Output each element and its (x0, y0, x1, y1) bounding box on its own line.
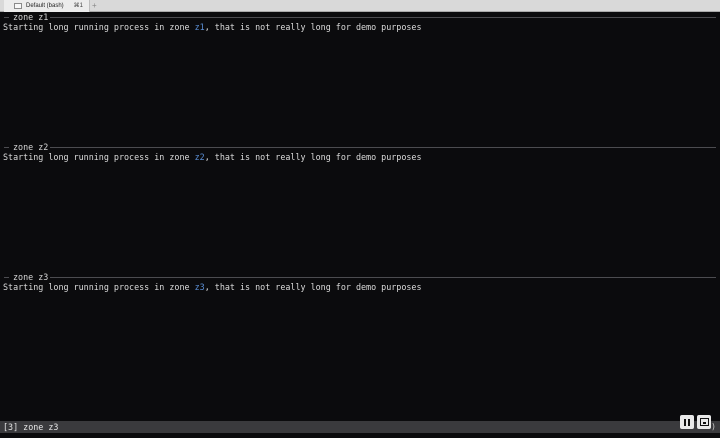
zone-id: z1 (194, 22, 205, 32)
tab-title: Default (bash) (26, 3, 64, 9)
zone-id: z2 (194, 152, 205, 162)
fullscreen-icon (699, 418, 709, 426)
tmux-status-bar: [3] zone z3 ) (0, 421, 720, 433)
zone-divider (50, 277, 716, 278)
terminal-pane[interactable]: zone z1 Starting long running process in… (0, 12, 720, 420)
bottom-edge (0, 433, 720, 438)
tab-bar: Default (bash) ⌘1 + (0, 0, 720, 12)
status-window-label: [3] zone z3 (3, 422, 59, 432)
zone-output-line: Starting long running process in zone z1… (3, 22, 422, 33)
zone-divider (50, 147, 716, 148)
zone-divider (50, 17, 716, 18)
pause-button[interactable] (680, 415, 694, 429)
tab-default-bash[interactable]: Default (bash) ⌘1 (4, 0, 90, 12)
zone-divider (4, 277, 9, 278)
zone-divider (4, 147, 9, 148)
output-suffix: , that is not really long for demo purpo… (204, 152, 422, 162)
terminal-icon (14, 3, 22, 9)
output-suffix: , that is not really long for demo purpo… (204, 22, 422, 32)
pause-icon (684, 418, 690, 426)
zone-id: z3 (194, 282, 205, 292)
add-tab-button[interactable]: + (92, 0, 97, 12)
output-prefix: Starting long running process in zone (3, 22, 195, 32)
zone-z2: zone z2 Starting long running process in… (0, 142, 720, 272)
output-prefix: Starting long running process in zone (3, 152, 195, 162)
zone-output-line: Starting long running process in zone z3… (3, 282, 422, 293)
output-suffix: , that is not really long for demo purpo… (204, 282, 422, 292)
tab-shortcut: ⌘1 (73, 3, 83, 9)
player-controls (680, 415, 711, 429)
zone-z1: zone z1 Starting long running process in… (0, 12, 720, 142)
output-prefix: Starting long running process in zone (3, 282, 195, 292)
status-right-glyph: ) (711, 422, 716, 431)
fullscreen-button[interactable] (697, 415, 711, 429)
zone-divider (4, 17, 9, 18)
zone-z3: zone z3 Starting long running process in… (0, 272, 720, 402)
zone-output-line: Starting long running process in zone z2… (3, 152, 422, 163)
